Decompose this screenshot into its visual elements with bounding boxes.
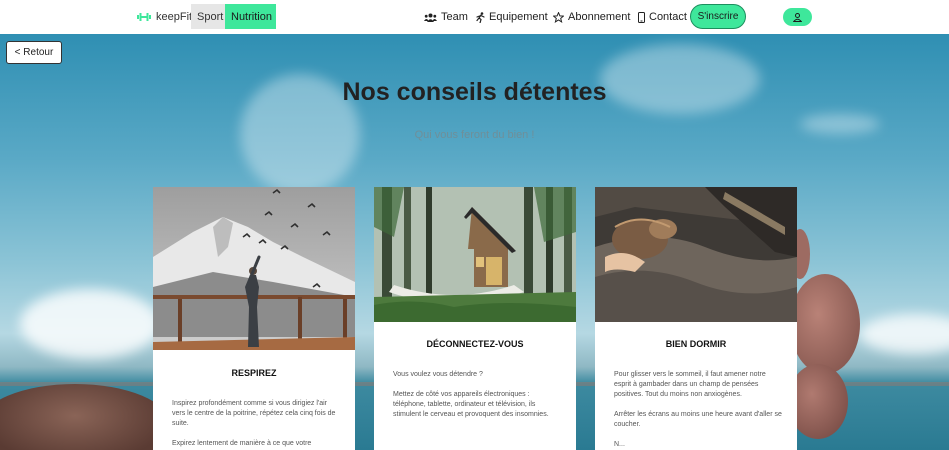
user-account-button[interactable] <box>783 8 812 26</box>
card-paragraph: N... <box>614 441 625 448</box>
nav-nutrition[interactable]: Nutrition <box>225 4 276 29</box>
navbar: keepFit Sport Nutrition Team Equipement … <box>0 0 949 34</box>
rock-stack-bottom <box>788 364 848 439</box>
cloud <box>860 314 949 354</box>
star-icon <box>553 11 564 23</box>
card-paragraph: Mettez de côté vos appareils électroniqu… <box>393 391 549 418</box>
nav-sport[interactable]: Sport <box>191 4 230 29</box>
page-subtitle: Qui vous feront du bien ! <box>414 129 535 141</box>
card-paragraph: Pour glisser vers le sommeil, il faut am… <box>614 371 766 398</box>
card-title: DÉCONNECTEZ-VOUS <box>426 339 524 349</box>
nav-link-team[interactable]: Team <box>424 0 468 34</box>
card-deconnectez-vous: DÉCONNECTEZ-VOUS Vous voulez vous détend… <box>374 187 576 450</box>
user-icon <box>793 12 802 22</box>
cloud <box>20 289 160 359</box>
card-paragraph: Arrêter les écrans au moins une heure av… <box>614 411 782 428</box>
card-paragraph: Vous voulez vous détendre ? <box>393 371 483 378</box>
card-text: Pour glisser vers le sommeil, il faut am… <box>614 370 784 450</box>
page-title: Nos conseils détentes <box>342 78 607 106</box>
nav-link-contact-label: Contact <box>649 11 687 23</box>
users-icon <box>424 13 437 22</box>
card-image-forest-cabin <box>374 187 576 322</box>
card-text: Inspirez profondément comme si vous diri… <box>172 399 342 450</box>
card-paragraph: Expirez lentement de manière à ce que vo… <box>172 440 312 447</box>
dumbbell-icon <box>137 13 151 21</box>
nav-link-abonnement-label: Abonnement <box>568 11 631 23</box>
nav-link-team-label: Team <box>441 11 468 23</box>
mobile-phone-icon <box>638 11 645 23</box>
card-title: BIEN DORMIR <box>665 339 727 349</box>
card-image-sleeping <box>595 187 797 322</box>
running-icon <box>476 11 485 23</box>
brand-name: keepFit <box>156 11 193 23</box>
card-image-mountain <box>153 187 355 350</box>
card-bien-dormir: BIEN DORMIR Pour glisser vers le sommeil… <box>595 187 797 450</box>
card-paragraph: Inspirez profondément comme si vous diri… <box>172 400 336 427</box>
signup-button[interactable]: S'inscrire <box>690 4 746 29</box>
nav-link-contact[interactable]: Contact <box>638 0 687 34</box>
card-respirez: RESPIREZ Inspirez profondément comme si … <box>153 187 355 450</box>
card-title: RESPIREZ <box>231 368 277 378</box>
rock-stack-middle <box>790 274 860 374</box>
brand-logo-link[interactable]: keepFit <box>137 0 192 34</box>
rocks-left <box>0 384 170 450</box>
nav-link-equipement-label: Equipement <box>489 11 548 23</box>
nav-link-abonnement[interactable]: Abonnement <box>553 0 630 34</box>
nav-link-equipement[interactable]: Equipement <box>476 0 548 34</box>
card-text: Vous voulez vous détendre ? Mettez de cô… <box>393 370 563 430</box>
back-button[interactable]: < Retour <box>6 41 62 64</box>
